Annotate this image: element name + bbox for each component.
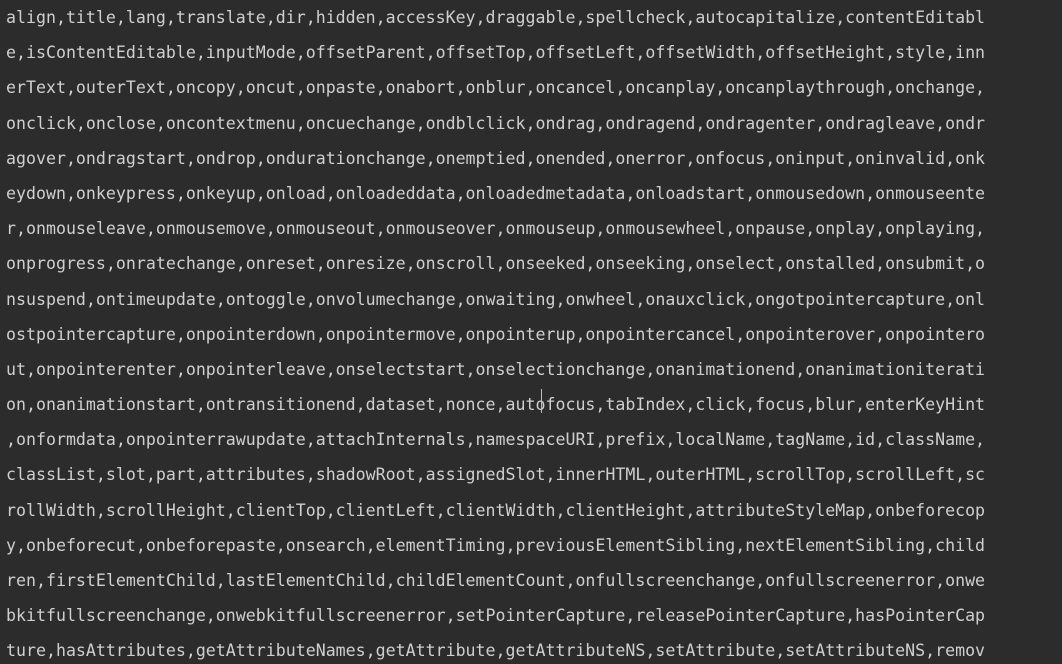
text-cursor bbox=[541, 389, 542, 413]
output-line: ren,firstElementChild,lastElementChild,c… bbox=[6, 571, 986, 590]
output-line: agover,ondragstart,ondrop,ondurationchan… bbox=[6, 148, 986, 168]
output-line: ut,onpointerenter,onpointerleave,onselec… bbox=[6, 359, 986, 379]
output-line: rollWidth,scrollHeight,clientTop,clientL… bbox=[6, 500, 986, 520]
output-line: bkitfullscreenchange,onwebkitfullscreene… bbox=[6, 606, 986, 626]
output-line: onprogress,onratechange,onreset,onresize… bbox=[6, 254, 986, 274]
output-line: y,onbeforecut,onbeforepaste,onsearch,ele… bbox=[6, 535, 986, 555]
output-line: eydown,onkeypress,onkeyup,onload,onloade… bbox=[6, 183, 986, 203]
output-line: nsuspend,ontimeupdate,ontoggle,onvolumec… bbox=[6, 289, 986, 309]
output-line: on,onanimationstart,ontransitionend,data… bbox=[6, 395, 986, 415]
output-line: e,isContentEditable,inputMode,offsetPare… bbox=[6, 43, 986, 63]
output-line: ture,hasAttributes,getAttributeNames,get… bbox=[6, 641, 986, 661]
console-text-output[interactable]: align,title,lang,translate,dir,hidden,ac… bbox=[6, 0, 1060, 664]
output-line: align,title,lang,translate,dir,hidden,ac… bbox=[6, 8, 986, 27]
output-line: classList,slot,part,attributes,shadowRoo… bbox=[6, 465, 986, 485]
output-line: erText,outerText,oncopy,oncut,onpaste,on… bbox=[6, 78, 986, 98]
output-line: ostpointercapture,onpointerdown,onpointe… bbox=[6, 324, 986, 344]
console-output-panel[interactable]: align,title,lang,translate,dir,hidden,ac… bbox=[0, 0, 1062, 664]
output-line: onclick,onclose,oncontextmenu,oncuechang… bbox=[6, 113, 986, 133]
output-line: ,onformdata,onpointerrawupdate,attachInt… bbox=[6, 430, 986, 450]
output-line: r,onmouseleave,onmousemove,onmouseout,on… bbox=[6, 219, 986, 239]
